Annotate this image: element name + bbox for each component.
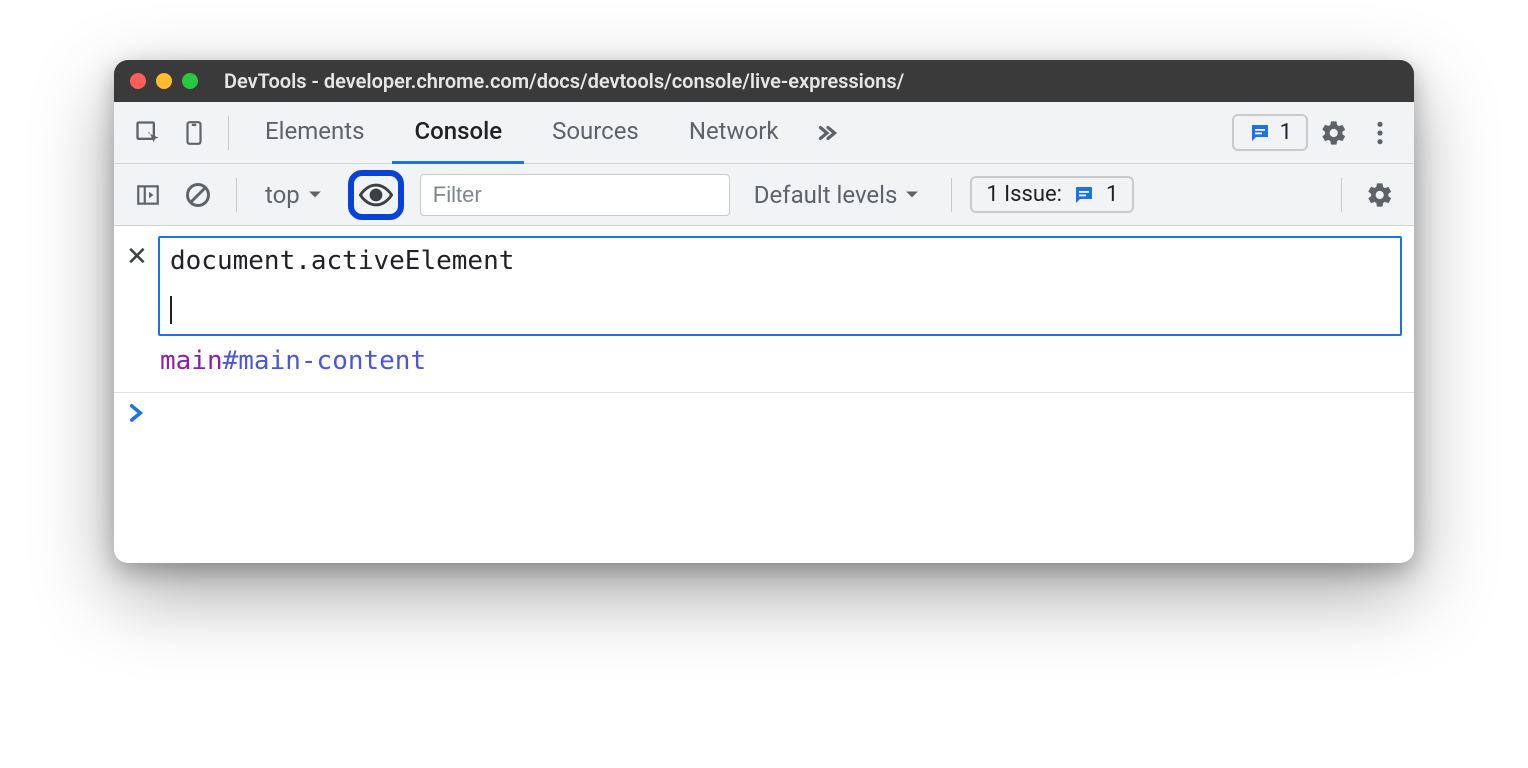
inspect-element-icon[interactable] (128, 113, 168, 153)
live-expression-text: document.activeElement (170, 246, 514, 276)
context-label: top (265, 181, 300, 209)
devtools-window: DevTools - developer.chrome.com/docs/dev… (114, 60, 1414, 563)
console-settings-icon[interactable] (1360, 175, 1400, 215)
chevron-down-icon (905, 190, 919, 200)
result-tag: main (160, 346, 223, 376)
main-tabbar: Elements Console Sources Network 1 (114, 102, 1414, 164)
divider (228, 116, 229, 150)
close-icon[interactable]: ✕ (126, 236, 148, 272)
close-window-button[interactable] (130, 73, 146, 89)
console-prompt[interactable] (114, 393, 1414, 433)
tab-network[interactable]: Network (667, 102, 801, 164)
text-caret (170, 296, 172, 324)
traffic-lights (130, 73, 198, 89)
console-empty-area[interactable] (114, 433, 1414, 563)
divider (1341, 178, 1342, 212)
console-toolbar: top Default levels 1 Issue: 1 (114, 164, 1414, 226)
filter-input[interactable] (420, 174, 730, 216)
window-titlebar: DevTools - developer.chrome.com/docs/dev… (114, 60, 1414, 102)
settings-icon[interactable] (1314, 113, 1354, 153)
live-expression-button[interactable] (348, 170, 404, 220)
divider (951, 178, 952, 212)
message-icon (1072, 183, 1096, 207)
chevron-down-icon (308, 190, 322, 200)
kebab-menu-icon[interactable] (1360, 113, 1400, 153)
levels-label: Default levels (754, 181, 898, 209)
message-icon (1248, 121, 1272, 145)
issues-label: 1 Issue: (986, 182, 1062, 207)
messages-badge[interactable]: 1 (1232, 114, 1308, 151)
issues-count: 1 (1106, 182, 1118, 207)
messages-count: 1 (1280, 120, 1292, 145)
device-toolbar-icon[interactable] (174, 113, 214, 153)
live-expression-input[interactable]: document.activeElement (158, 236, 1402, 336)
issues-badge[interactable]: 1 Issue: 1 (970, 176, 1134, 213)
context-selector[interactable]: top (255, 181, 332, 209)
minimize-window-button[interactable] (156, 73, 172, 89)
maximize-window-button[interactable] (182, 73, 198, 89)
tab-console[interactable]: Console (392, 102, 524, 164)
clear-console-icon[interactable] (178, 175, 218, 215)
log-levels-selector[interactable]: Default levels (740, 181, 934, 209)
result-id: #main-content (223, 346, 427, 376)
live-expression-row: ✕ document.activeElement (114, 226, 1414, 342)
live-expression-result[interactable]: main#main-content (114, 342, 1414, 393)
eye-icon (359, 183, 393, 207)
more-tabs-icon[interactable] (807, 113, 847, 153)
chevron-right-icon (128, 403, 144, 423)
divider (236, 178, 237, 212)
window-title: DevTools - developer.chrome.com/docs/dev… (224, 69, 904, 93)
tab-sources[interactable]: Sources (530, 102, 661, 164)
tab-elements[interactable]: Elements (243, 102, 386, 164)
toggle-sidebar-icon[interactable] (128, 175, 168, 215)
